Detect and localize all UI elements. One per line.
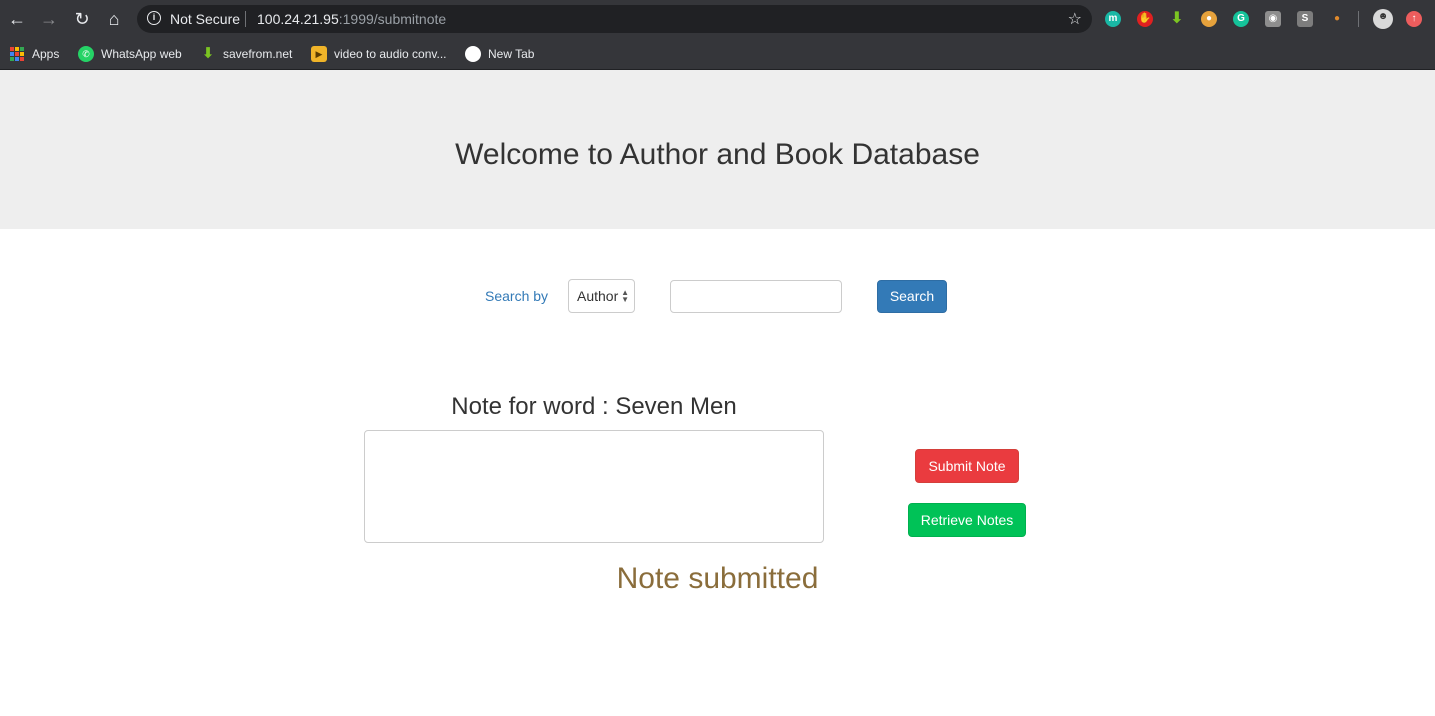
bookmark-savefrom[interactable]: ⬇ savefrom.net (200, 44, 293, 64)
globe-icon (465, 46, 481, 62)
bookmark-apps[interactable]: Apps (10, 44, 59, 64)
bookmark-new-tab[interactable]: New Tab (465, 44, 534, 64)
bookmark-label: WhatsApp web (101, 47, 182, 61)
info-icon[interactable]: i (147, 11, 161, 25)
hand-extension-icon[interactable]: ✋ (1137, 11, 1153, 27)
page-title: Welcome to Author and Book Database (455, 138, 980, 171)
address-bar[interactable]: i Not Secure 100.24.21.95:1999/submitnot… (137, 5, 1092, 33)
m-extension-icon[interactable]: m (1105, 11, 1121, 27)
header-banner: Welcome to Author and Book Database (0, 70, 1435, 229)
toolbar-separator (1358, 11, 1359, 27)
bookmark-whatsapp[interactable]: ✆ WhatsApp web (78, 44, 182, 64)
url-path: :1999/submitnote (338, 11, 447, 27)
whatsapp-icon: ✆ (78, 46, 94, 62)
video-camera-icon: ▶ (311, 46, 327, 62)
reload-icon[interactable]: ↻ (71, 8, 93, 30)
bookmark-label: video to audio conv... (334, 47, 447, 61)
retrieve-notes-button[interactable]: Retrieve Notes (908, 503, 1026, 537)
url-host: 100.24.21.95 (257, 11, 339, 27)
s-extension-icon[interactable]: S (1297, 11, 1313, 27)
forward-arrow-icon[interactable]: → (38, 8, 60, 30)
browser-toolbar: ← → ↻ ⌂ i Not Secure 100.24.21.95:1999/s… (0, 0, 1435, 38)
home-icon[interactable]: ⌂ (103, 8, 125, 30)
bookmarks-bar: Apps ✆ WhatsApp web ⬇ savefrom.net ▶ vid… (0, 38, 1435, 70)
note-heading: Note for word : Seven Men (451, 393, 737, 420)
search-input[interactable] (670, 280, 842, 313)
search-type-value: Author (577, 288, 619, 304)
bookmark-label: New Tab (488, 47, 535, 61)
bookmark-star-icon[interactable]: ☆ (1068, 9, 1082, 29)
download-arrow-icon: ⬇ (201, 45, 215, 62)
search-button[interactable]: Search (877, 280, 947, 313)
ball-extension-icon[interactable]: ● (1329, 11, 1345, 27)
submit-note-button[interactable]: Submit Note (915, 449, 1019, 483)
status-message: Note submitted (616, 562, 819, 595)
bookmark-video-to-audio[interactable]: ▶ video to audio conv... (311, 44, 447, 64)
update-icon[interactable]: ↑ (1406, 11, 1422, 27)
camera-icon[interactable]: ◉ (1265, 11, 1281, 27)
bookmark-label: Apps (32, 47, 60, 61)
search-by-label: Search by (485, 288, 549, 304)
search-type-select[interactable]: Author ▲ ▼ (568, 279, 635, 313)
cookie-extension-icon[interactable]: ● (1201, 11, 1217, 27)
apps-grid-icon (10, 47, 24, 61)
security-label: Not Secure (170, 11, 241, 27)
select-updown-icon: ▲ ▼ (621, 288, 629, 304)
address-separator (245, 11, 246, 27)
back-arrow-icon[interactable]: ← (6, 8, 28, 30)
profile-avatar-icon[interactable]: ☻ (1373, 9, 1393, 29)
grammarly-icon[interactable]: G (1233, 11, 1249, 27)
download-extension-icon[interactable]: ⬇ (1169, 11, 1185, 27)
url-text[interactable]: 100.24.21.95:1999/submitnote (257, 11, 446, 27)
note-textarea[interactable] (364, 430, 824, 543)
bookmark-label: savefrom.net (223, 47, 293, 61)
